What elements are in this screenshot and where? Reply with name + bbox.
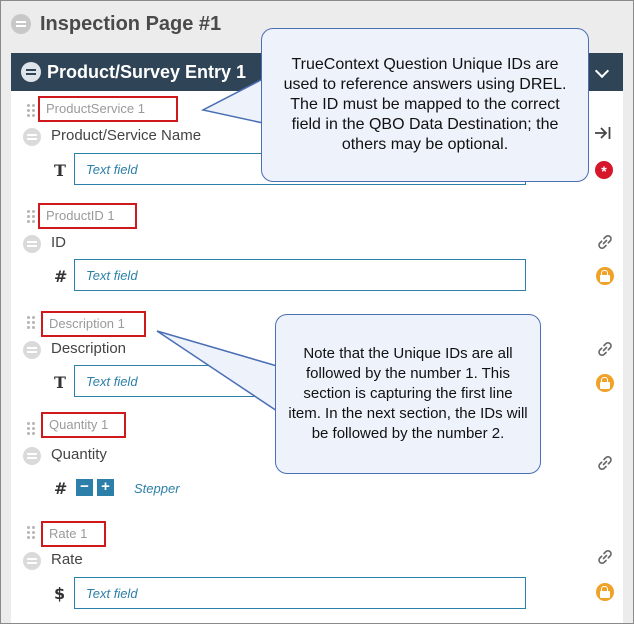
field-placeholder: Text field: [86, 268, 138, 283]
stepper-label: Stepper: [134, 481, 180, 496]
drag-grip-icon[interactable]: [27, 104, 35, 118]
field-placeholder: Text field: [86, 162, 138, 177]
drag-grip-icon[interactable]: [27, 316, 35, 330]
section-title: Product/Survey Entry 1: [47, 61, 247, 82]
callout-line-item-note: Note that the Unique IDs are all followe…: [275, 314, 541, 474]
callout-unique-ids: TrueContext Question Unique IDs are used…: [261, 28, 589, 182]
collapse-arrow-icon[interactable]: [594, 125, 612, 141]
chevron-down-icon[interactable]: [594, 63, 610, 79]
link-icon[interactable]: [596, 548, 614, 566]
text-type-icon: T: [54, 373, 66, 392]
stepper-plus-button[interactable]: +: [97, 479, 114, 496]
callout-unique-ids-text: TrueContext Question Unique IDs are used…: [283, 56, 567, 153]
number-field-input[interactable]: Text field: [74, 259, 526, 291]
required-icon: *: [595, 161, 613, 179]
link-icon[interactable]: [596, 454, 614, 472]
question-handle-icon[interactable]: [23, 128, 41, 146]
question-handle-icon[interactable]: [23, 447, 41, 465]
number-type-icon: #: [54, 479, 68, 498]
field-placeholder: Text field: [86, 374, 138, 389]
text-type-icon: T: [54, 161, 66, 180]
question-label: Rate: [51, 551, 83, 568]
lock-icon: [596, 583, 614, 601]
question-handle-icon[interactable]: [23, 341, 41, 359]
question-label: Product/Service Name: [51, 127, 202, 144]
question-label: Quantity: [51, 446, 107, 463]
unique-id-label: Description 1: [41, 311, 146, 337]
page-handle-icon[interactable]: [11, 14, 31, 34]
field-placeholder: Text field: [86, 586, 138, 601]
question-handle-icon[interactable]: [23, 552, 41, 570]
unique-id-label: ProductID 1: [38, 203, 137, 229]
form-editor-frame: Inspection Page #1 Product/Survey Entry …: [0, 0, 634, 624]
lock-icon: [596, 374, 614, 392]
drag-grip-icon[interactable]: [27, 422, 35, 436]
question-handle-icon[interactable]: [23, 235, 41, 253]
question-label: ID: [51, 234, 66, 251]
page-header: Inspection Page #1: [11, 7, 221, 41]
stepper-minus-button[interactable]: −: [76, 479, 93, 496]
page-title: Inspection Page #1: [40, 12, 222, 35]
link-icon[interactable]: [596, 233, 614, 251]
drag-grip-icon[interactable]: [27, 526, 35, 540]
drag-grip-icon[interactable]: [27, 210, 35, 224]
link-icon[interactable]: [596, 340, 614, 358]
currency-type-icon: $: [54, 584, 66, 603]
lock-icon: [596, 267, 614, 285]
callout-line-item-note-text: Note that the Unique IDs are all followe…: [288, 345, 528, 442]
number-type-icon: #: [54, 267, 68, 286]
question-label: Description: [51, 340, 127, 357]
currency-field-input[interactable]: Text field: [74, 577, 526, 609]
unique-id-label: ProductService 1: [38, 96, 178, 122]
unique-id-label: Rate 1: [41, 521, 106, 547]
section-handle-icon[interactable]: [21, 62, 41, 82]
unique-id-label: Quantity 1: [41, 412, 126, 438]
